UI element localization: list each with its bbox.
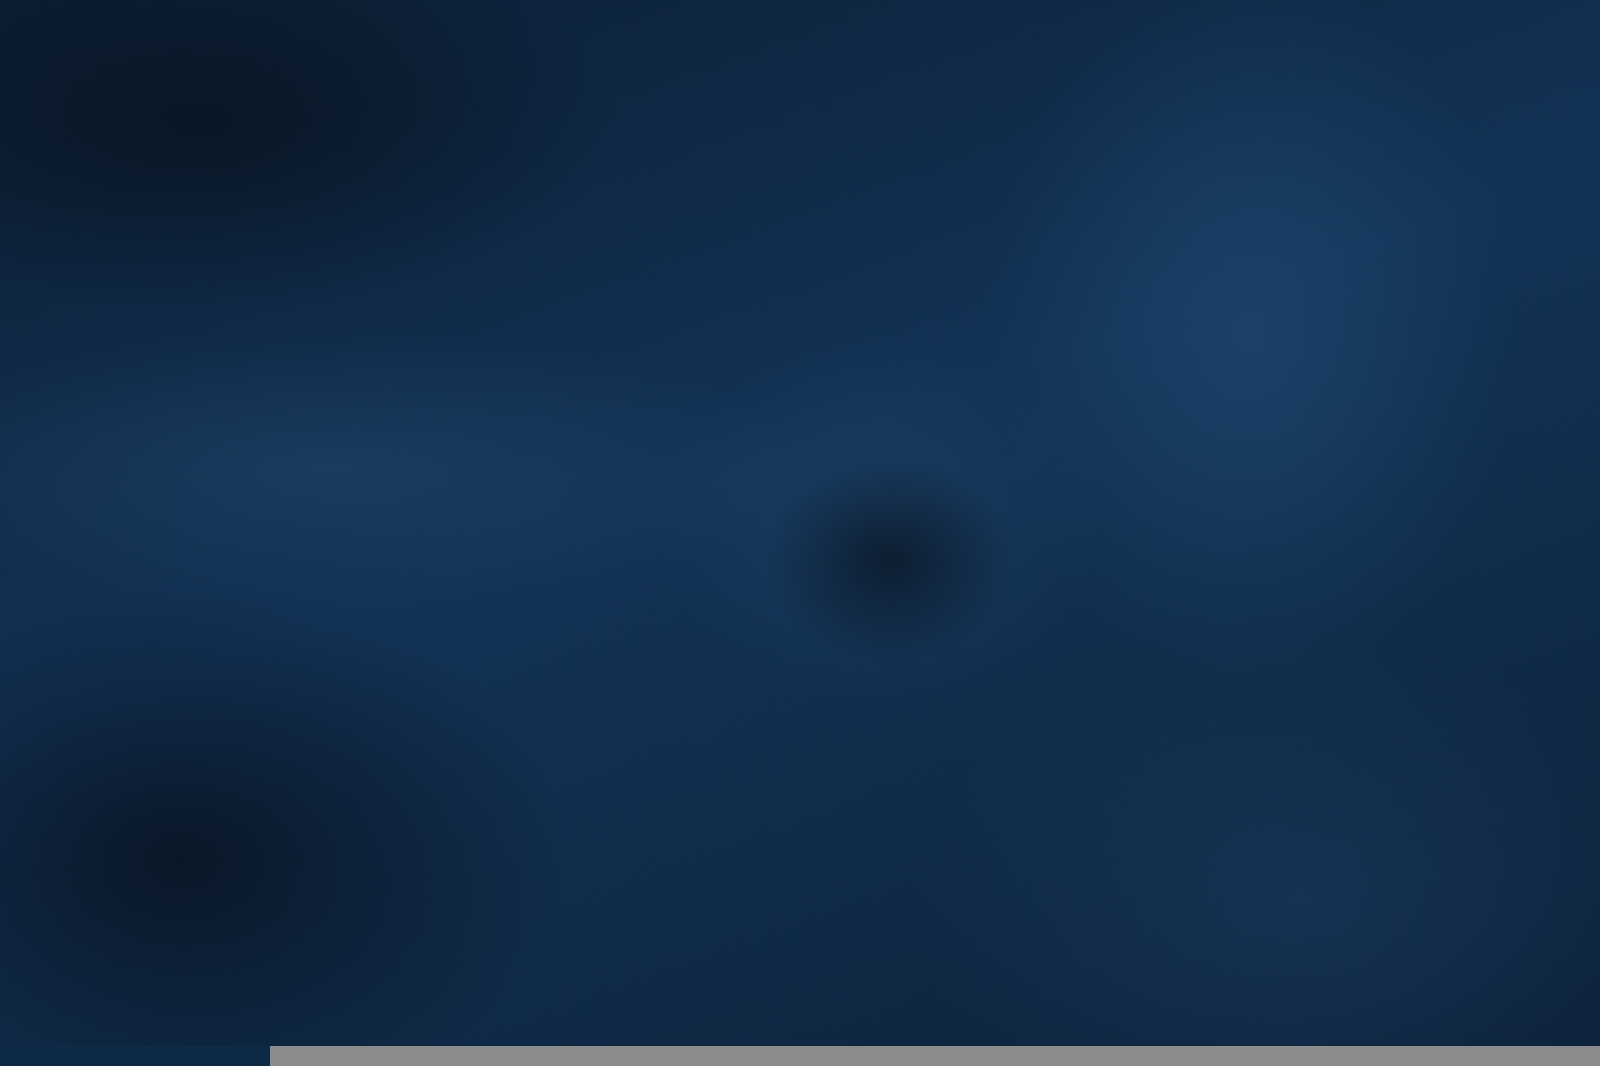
- bottom-strip-dark-segment: [0, 1046, 270, 1066]
- fabric-photo: [0, 0, 1600, 1066]
- fabric-weave-texture: [0, 0, 1600, 1066]
- bottom-gray-strip: [0, 1046, 1600, 1066]
